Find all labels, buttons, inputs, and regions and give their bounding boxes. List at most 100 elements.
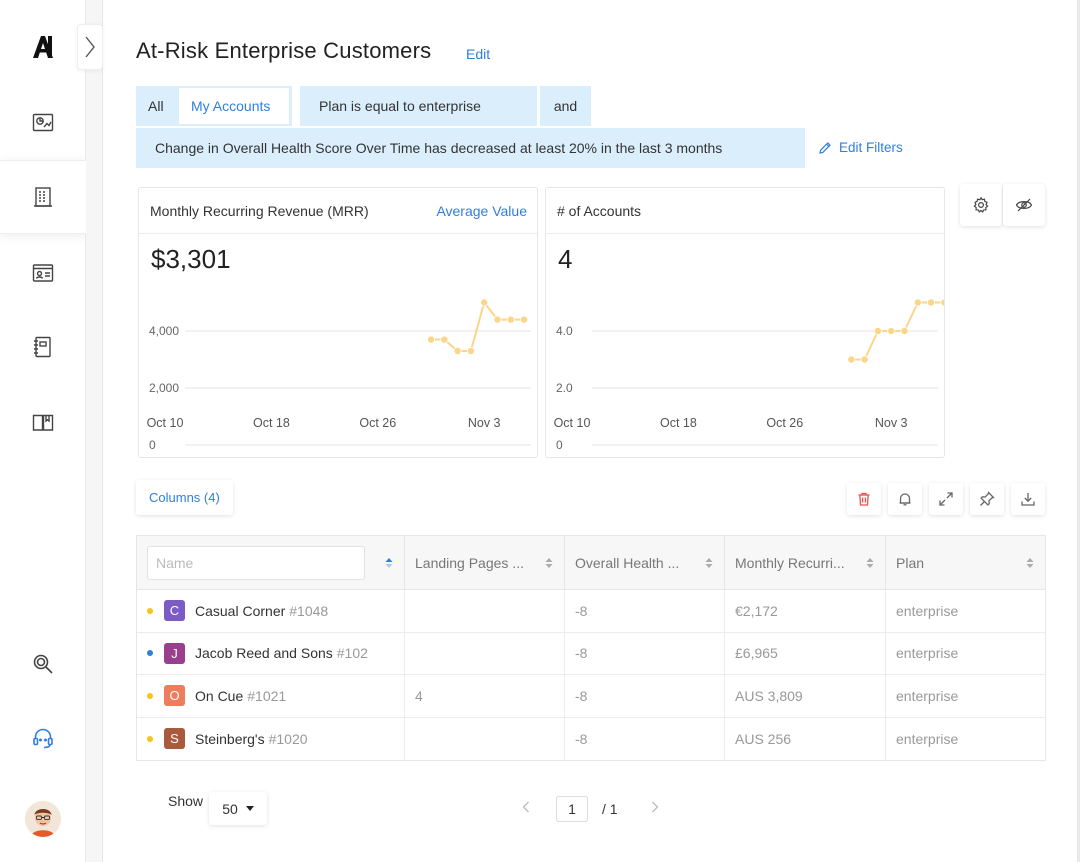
sort-icon[interactable]: [865, 556, 875, 570]
data-point: [887, 327, 896, 336]
y-tick-label: 2.0: [556, 381, 573, 395]
account-name-link[interactable]: Casual Corner: [195, 603, 285, 619]
edit-filters-button[interactable]: Edit Filters: [818, 140, 903, 155]
support-headset-icon: [33, 728, 53, 749]
column-header-label: Overall Health ...: [575, 554, 680, 571]
column-header-label: Landing Pages ...: [415, 554, 524, 571]
sort-icon[interactable]: [1025, 556, 1035, 570]
column-header-label: Monthly Recurri...: [735, 554, 845, 571]
health-cell: -8: [565, 717, 725, 760]
hide-charts-button[interactable]: [1003, 184, 1045, 226]
data-point: [466, 346, 475, 355]
expand-button[interactable]: [929, 483, 963, 515]
account-badge: S: [164, 728, 185, 750]
pencil-icon: [819, 141, 831, 154]
sort-active-icon[interactable]: [384, 556, 394, 570]
columns-button[interactable]: Columns (4): [136, 480, 233, 515]
plan-filter-chip[interactable]: Plan is equal to enterprise: [300, 86, 537, 126]
account-cell: O On Cue #1021: [137, 675, 405, 717]
x-tick-label: Oct 26: [766, 416, 803, 430]
sort-icon[interactable]: [704, 556, 714, 570]
account-badge: J: [164, 642, 185, 664]
filter-conjunction[interactable]: and: [540, 86, 591, 126]
x-tick-label: Oct 18: [253, 416, 290, 430]
sidebar-collapse-toggle[interactable]: [77, 24, 103, 70]
mrr-cell: €2,172: [725, 590, 886, 632]
nav-item-accounts[interactable]: [0, 160, 86, 234]
table-header: Landing Pages ... Overall Health ... Mon…: [137, 536, 1045, 590]
sort-icon[interactable]: [544, 556, 554, 570]
account-name-link[interactable]: Steinberg's: [195, 731, 265, 747]
delete-button[interactable]: [847, 483, 881, 515]
plan-cell: enterprise: [896, 645, 959, 662]
plan-cell: enterprise: [896, 602, 959, 619]
nav-item-support[interactable]: [0, 701, 86, 775]
nav-item-notebook[interactable]: [0, 310, 86, 384]
data-point: [913, 298, 922, 307]
mrr-cell: £6,965: [725, 632, 886, 674]
accounts-card-header: # of Accounts: [546, 188, 944, 234]
scope-all[interactable]: All: [148, 98, 164, 114]
health-filter-chip[interactable]: Change in Overall Health Score Over Time…: [136, 128, 805, 168]
health-cell: -8: [565, 590, 725, 632]
chevron-right-icon: [85, 36, 95, 58]
landing-pages-cell: [405, 632, 565, 674]
data-point: [847, 355, 856, 364]
table-row[interactable]: S Steinberg's #1020 -8 AUS 256 enterpris…: [137, 717, 1045, 760]
chart-settings-button[interactable]: [960, 184, 1002, 226]
account-id: #102: [336, 645, 368, 662]
table-row[interactable]: O On Cue #1021 4 -8 AUS 3,809 enterprise: [137, 675, 1045, 718]
data-point: [493, 315, 502, 324]
nav-item-playbooks[interactable]: [0, 385, 86, 459]
data-point: [860, 355, 869, 364]
user-avatar[interactable]: [25, 801, 61, 837]
column-header-landing-pages[interactable]: Landing Pages ...: [405, 536, 565, 589]
page-size-value: 50: [222, 800, 238, 817]
account-cell: C Casual Corner #1048: [137, 590, 405, 632]
nav-item-contacts[interactable]: [0, 236, 86, 310]
x-tick-label: Nov 3: [875, 416, 908, 430]
data-point: [440, 335, 449, 344]
name-filter-input[interactable]: [147, 545, 365, 580]
current-page-input[interactable]: 1: [556, 796, 588, 822]
column-header-plan[interactable]: Plan: [886, 536, 1045, 589]
page-size-select[interactable]: 50: [209, 792, 267, 825]
accounts-card: # of Accounts 4 0 2.0 4.0 Oct 10 Oct 18 Oct 2…: [545, 187, 945, 458]
scope-my-accounts[interactable]: My Accounts: [179, 88, 289, 124]
y-tick-label: 0: [556, 438, 563, 452]
app-logo[interactable]: [30, 34, 56, 60]
dashboard-chart-icon: [32, 113, 54, 132]
series-line: [431, 300, 525, 352]
health-cell: -8: [565, 675, 725, 717]
account-name-link[interactable]: Jacob Reed and Sons: [195, 645, 333, 661]
contact-card-icon: [32, 264, 54, 282]
pin-button[interactable]: [970, 483, 1004, 515]
edit-title-link[interactable]: Edit: [466, 46, 490, 62]
account-name-link[interactable]: On Cue: [195, 688, 243, 704]
nav-item-search[interactable]: [0, 627, 86, 701]
account-id: #1021: [247, 687, 287, 704]
table-row[interactable]: C Casual Corner #1048 -8 €2,172 enterpri…: [137, 590, 1045, 633]
nav-item-dashboards[interactable]: [0, 86, 86, 160]
download-button[interactable]: [1011, 483, 1045, 515]
status-dot: [147, 692, 153, 699]
column-header-mrr[interactable]: Monthly Recurri...: [725, 536, 886, 589]
main-content: At-Risk Enterprise Customers Edit All My…: [104, 0, 1076, 862]
account-id: #1020: [268, 730, 308, 747]
column-header-overall-health[interactable]: Overall Health ...: [565, 536, 725, 589]
landing-pages-cell: [405, 717, 565, 760]
prev-page-button[interactable]: [522, 801, 530, 813]
average-value-link[interactable]: Average Value: [436, 203, 527, 219]
search-icon: [33, 654, 53, 674]
alert-button[interactable]: [888, 483, 922, 515]
edit-filters-label: Edit Filters: [839, 140, 903, 155]
landing-pages-cell: 4: [405, 675, 565, 717]
y-tick-label: 4.0: [556, 324, 573, 338]
data-point: [940, 298, 944, 307]
next-page-button[interactable]: [651, 801, 659, 813]
mrr-chart: 0 2,000 4,000 Oct 10 Oct 18 Oct 26 Nov 3: [147, 298, 531, 452]
table-row[interactable]: J Jacob Reed and Sons #102 -8 £6,965 ent…: [137, 632, 1045, 675]
book-icon: [32, 414, 54, 431]
y-tick-label: 2,000: [149, 381, 179, 395]
landing-pages-cell: [405, 590, 565, 632]
